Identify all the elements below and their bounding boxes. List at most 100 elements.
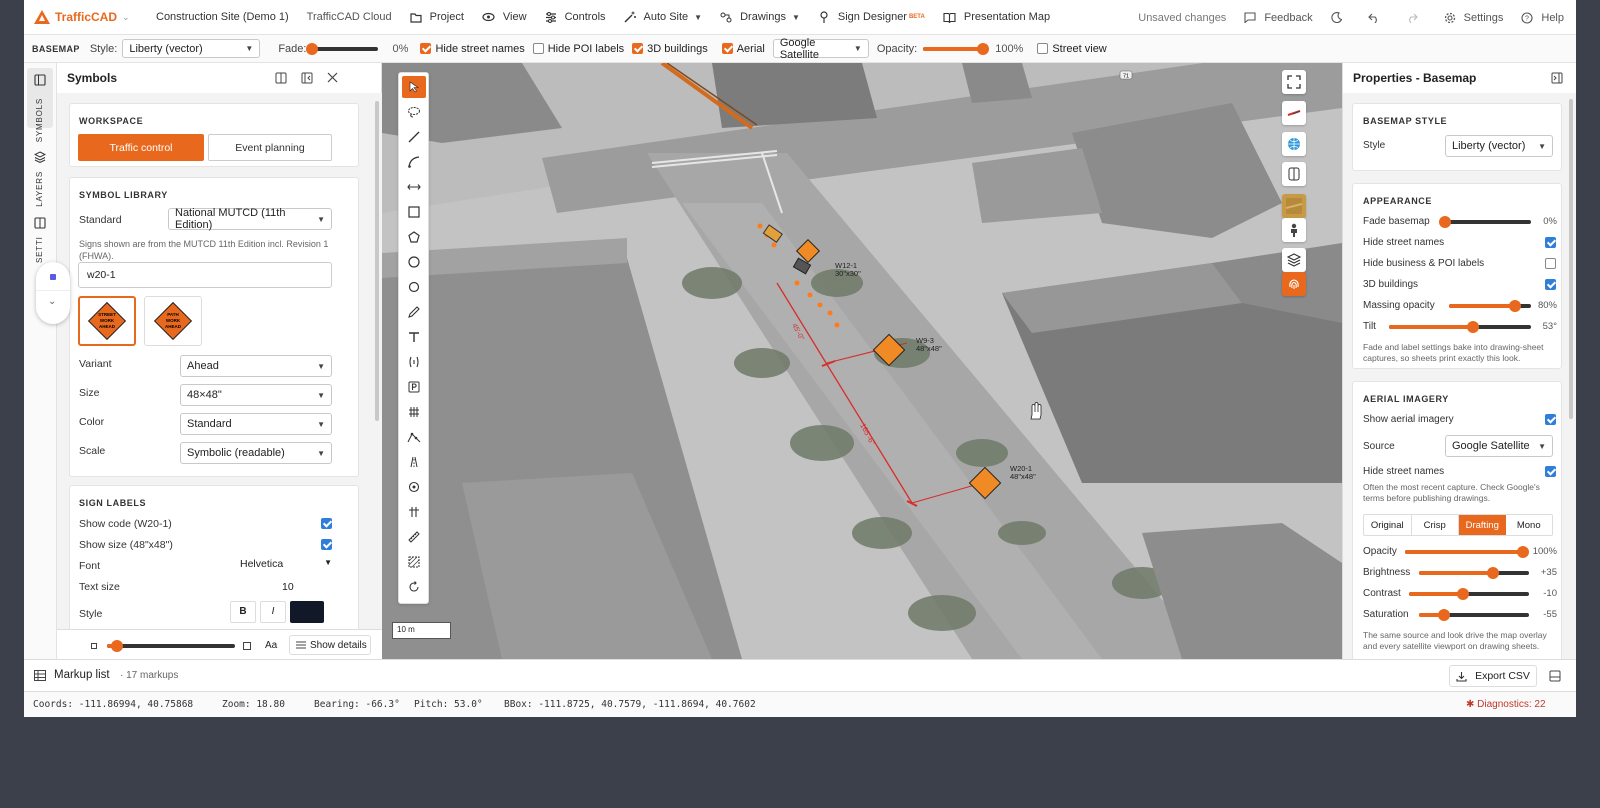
bold-button[interactable]: B — [230, 601, 256, 623]
cloud-link[interactable]: TrafficCAD Cloud — [307, 11, 392, 23]
road-tool[interactable] — [402, 451, 426, 473]
area-tool[interactable] — [402, 551, 426, 573]
fade-basemap-slider[interactable] — [1439, 216, 1531, 228]
text-tool[interactable] — [402, 326, 426, 348]
globe-button[interactable] — [1282, 132, 1306, 156]
checkbox[interactable] — [721, 43, 733, 55]
project-name[interactable]: Construction Site (Demo 1) — [156, 11, 289, 23]
scrollbar[interactable] — [1569, 99, 1573, 419]
measure-tool[interactable] — [402, 526, 426, 548]
dimension-tool[interactable] — [402, 176, 426, 198]
mode-drafting-button[interactable]: Drafting — [1459, 515, 1506, 535]
menu-auto-site[interactable]: Auto Site ▼ — [624, 11, 702, 23]
scale-select[interactable]: Symbolic (readable) ▼ — [180, 442, 332, 464]
zoom-out-icon[interactable] — [91, 643, 97, 649]
slider-knob[interactable] — [1457, 588, 1469, 600]
symbol-tile-street-work[interactable]: STREET WORK AHEAD — [78, 296, 136, 346]
chevron-down-icon[interactable]: ⌄ — [48, 296, 56, 307]
street-view-button[interactable] — [1282, 218, 1306, 242]
rotate-tool[interactable] — [402, 576, 426, 598]
basemap-style-select[interactable]: Liberty (vector) ▼ — [1445, 135, 1553, 157]
sign-label-w12-1[interactable]: W12-1 30"x30" — [835, 262, 861, 278]
scrollbar[interactable] — [375, 101, 379, 421]
opacity-slider[interactable] — [923, 42, 990, 55]
brightness-slider[interactable] — [1419, 567, 1529, 579]
undo-button[interactable] — [1367, 13, 1388, 23]
map-canvas[interactable]: 71 45'-0" 165'-6" — [382, 63, 1342, 659]
slider-knob[interactable] — [1517, 546, 1529, 558]
export-csv-button[interactable]: Export CSV — [1449, 665, 1537, 687]
show-code-checkbox[interactable] — [321, 518, 332, 529]
menu-project[interactable]: Project — [410, 11, 464, 23]
mode-mono-button[interactable]: Mono — [1506, 515, 1553, 535]
color-select[interactable]: Standard ▼ — [180, 413, 332, 435]
compass-button[interactable] — [1282, 101, 1306, 125]
tilt-slider[interactable] — [1389, 321, 1531, 333]
slider-knob[interactable] — [111, 640, 124, 652]
saturation-slider[interactable] — [1419, 609, 1529, 621]
close-icon[interactable] — [327, 72, 338, 83]
markup-list-title[interactable]: Markup list — [54, 669, 110, 681]
slider-knob[interactable] — [1437, 609, 1450, 621]
menu-view[interactable]: View — [482, 11, 527, 23]
menu-drawings[interactable]: Drawings ▼ — [720, 11, 800, 23]
menu-sign-designer[interactable]: Sign Designer BETA — [818, 11, 925, 23]
aerial-source-select[interactable]: Google Satellite ▼ — [772, 37, 869, 61]
app-logo[interactable]: TrafficCAD ⌄ — [24, 10, 154, 24]
location-button[interactable] — [1282, 272, 1306, 296]
checkbox[interactable] — [632, 43, 644, 55]
map-viewport[interactable]: 71 45'-0" 165'-6" W12-1 30"x30" W9-3 48"x4… — [382, 63, 1342, 659]
sign-label-w20-1[interactable]: W20-1 48"x48" — [1010, 465, 1036, 481]
feedback-button[interactable]: Feedback — [1244, 12, 1313, 24]
symbols-scroll[interactable]: WORKSPACE Traffic control Event planning… — [57, 93, 382, 629]
mode-crisp-button[interactable]: Crisp — [1412, 515, 1459, 535]
aerial-hide-street-checkbox[interactable] — [1545, 466, 1556, 477]
properties-scroll[interactable]: BASEMAP STYLE Style Liberty (vector) ▼ AP… — [1343, 93, 1576, 659]
settings-button[interactable]: Settings — [1444, 12, 1503, 24]
polygon-tool[interactable] — [402, 226, 426, 248]
symbol-size-slider[interactable] — [107, 640, 235, 652]
massing-slider[interactable] — [1449, 300, 1531, 312]
path-tool[interactable] — [402, 426, 426, 448]
collapse-panel-icon[interactable] — [1551, 72, 1563, 84]
aerial-thumbnail-button[interactable] — [1282, 194, 1306, 218]
redo-button[interactable] — [1406, 13, 1426, 23]
fullscreen-button[interactable] — [1282, 70, 1306, 94]
workspace-traffic-button[interactable]: Traffic control — [78, 134, 204, 161]
collapse-panel-icon[interactable] — [301, 72, 313, 84]
lane-tool[interactable] — [402, 501, 426, 523]
split-view-icon[interactable] — [275, 72, 287, 84]
help-button[interactable]: ? Help — [1521, 12, 1564, 24]
select-tool[interactable] — [402, 76, 426, 98]
show-aerial-checkbox[interactable] — [1545, 414, 1556, 425]
pencil-tool[interactable] — [402, 301, 426, 323]
crosswalk-tool[interactable] — [402, 401, 426, 423]
hide-street-checkbox[interactable] — [1545, 237, 1556, 248]
size-select[interactable]: 48×48" ▼ — [180, 384, 332, 406]
slider-knob[interactable] — [1487, 567, 1500, 579]
slider-knob[interactable] — [1466, 321, 1479, 333]
ellipse-tool[interactable] — [402, 276, 426, 298]
menu-presentation-map[interactable]: Presentation Map — [943, 11, 1050, 23]
sign-label-w9-3[interactable]: W9-3 48"x48" — [916, 337, 942, 353]
slider-knob[interactable] — [1439, 216, 1451, 228]
contrast-slider[interactable] — [1409, 588, 1529, 600]
zoom-in-icon[interactable] — [243, 642, 251, 650]
italic-button[interactable]: I — [260, 601, 286, 623]
street-view-toggle[interactable]: Street view — [1037, 43, 1107, 55]
layers-button[interactable] — [1282, 248, 1306, 272]
checkbox[interactable] — [532, 43, 544, 55]
target-tool[interactable] — [402, 476, 426, 498]
font-size-button[interactable]: Aa — [265, 640, 277, 651]
theme-toggle[interactable] — [1331, 12, 1350, 23]
buildings-3d-toggle[interactable]: 3D buildings — [632, 43, 708, 55]
standard-select[interactable]: National MUTCD (11th Edition) ▼ — [168, 207, 332, 231]
rail-tab-layers[interactable]: LAYERS — [27, 145, 53, 207]
buildings-3d-checkbox[interactable] — [1545, 279, 1556, 290]
slider-knob[interactable] — [1508, 300, 1521, 312]
font-select[interactable]: Helvetica ▼ — [240, 558, 332, 570]
show-size-checkbox[interactable] — [321, 539, 332, 550]
hide-street-names-toggle[interactable]: Hide street names — [420, 43, 525, 55]
parking-tool[interactable] — [402, 376, 426, 398]
opacity-slider-knob[interactable] — [977, 42, 990, 55]
